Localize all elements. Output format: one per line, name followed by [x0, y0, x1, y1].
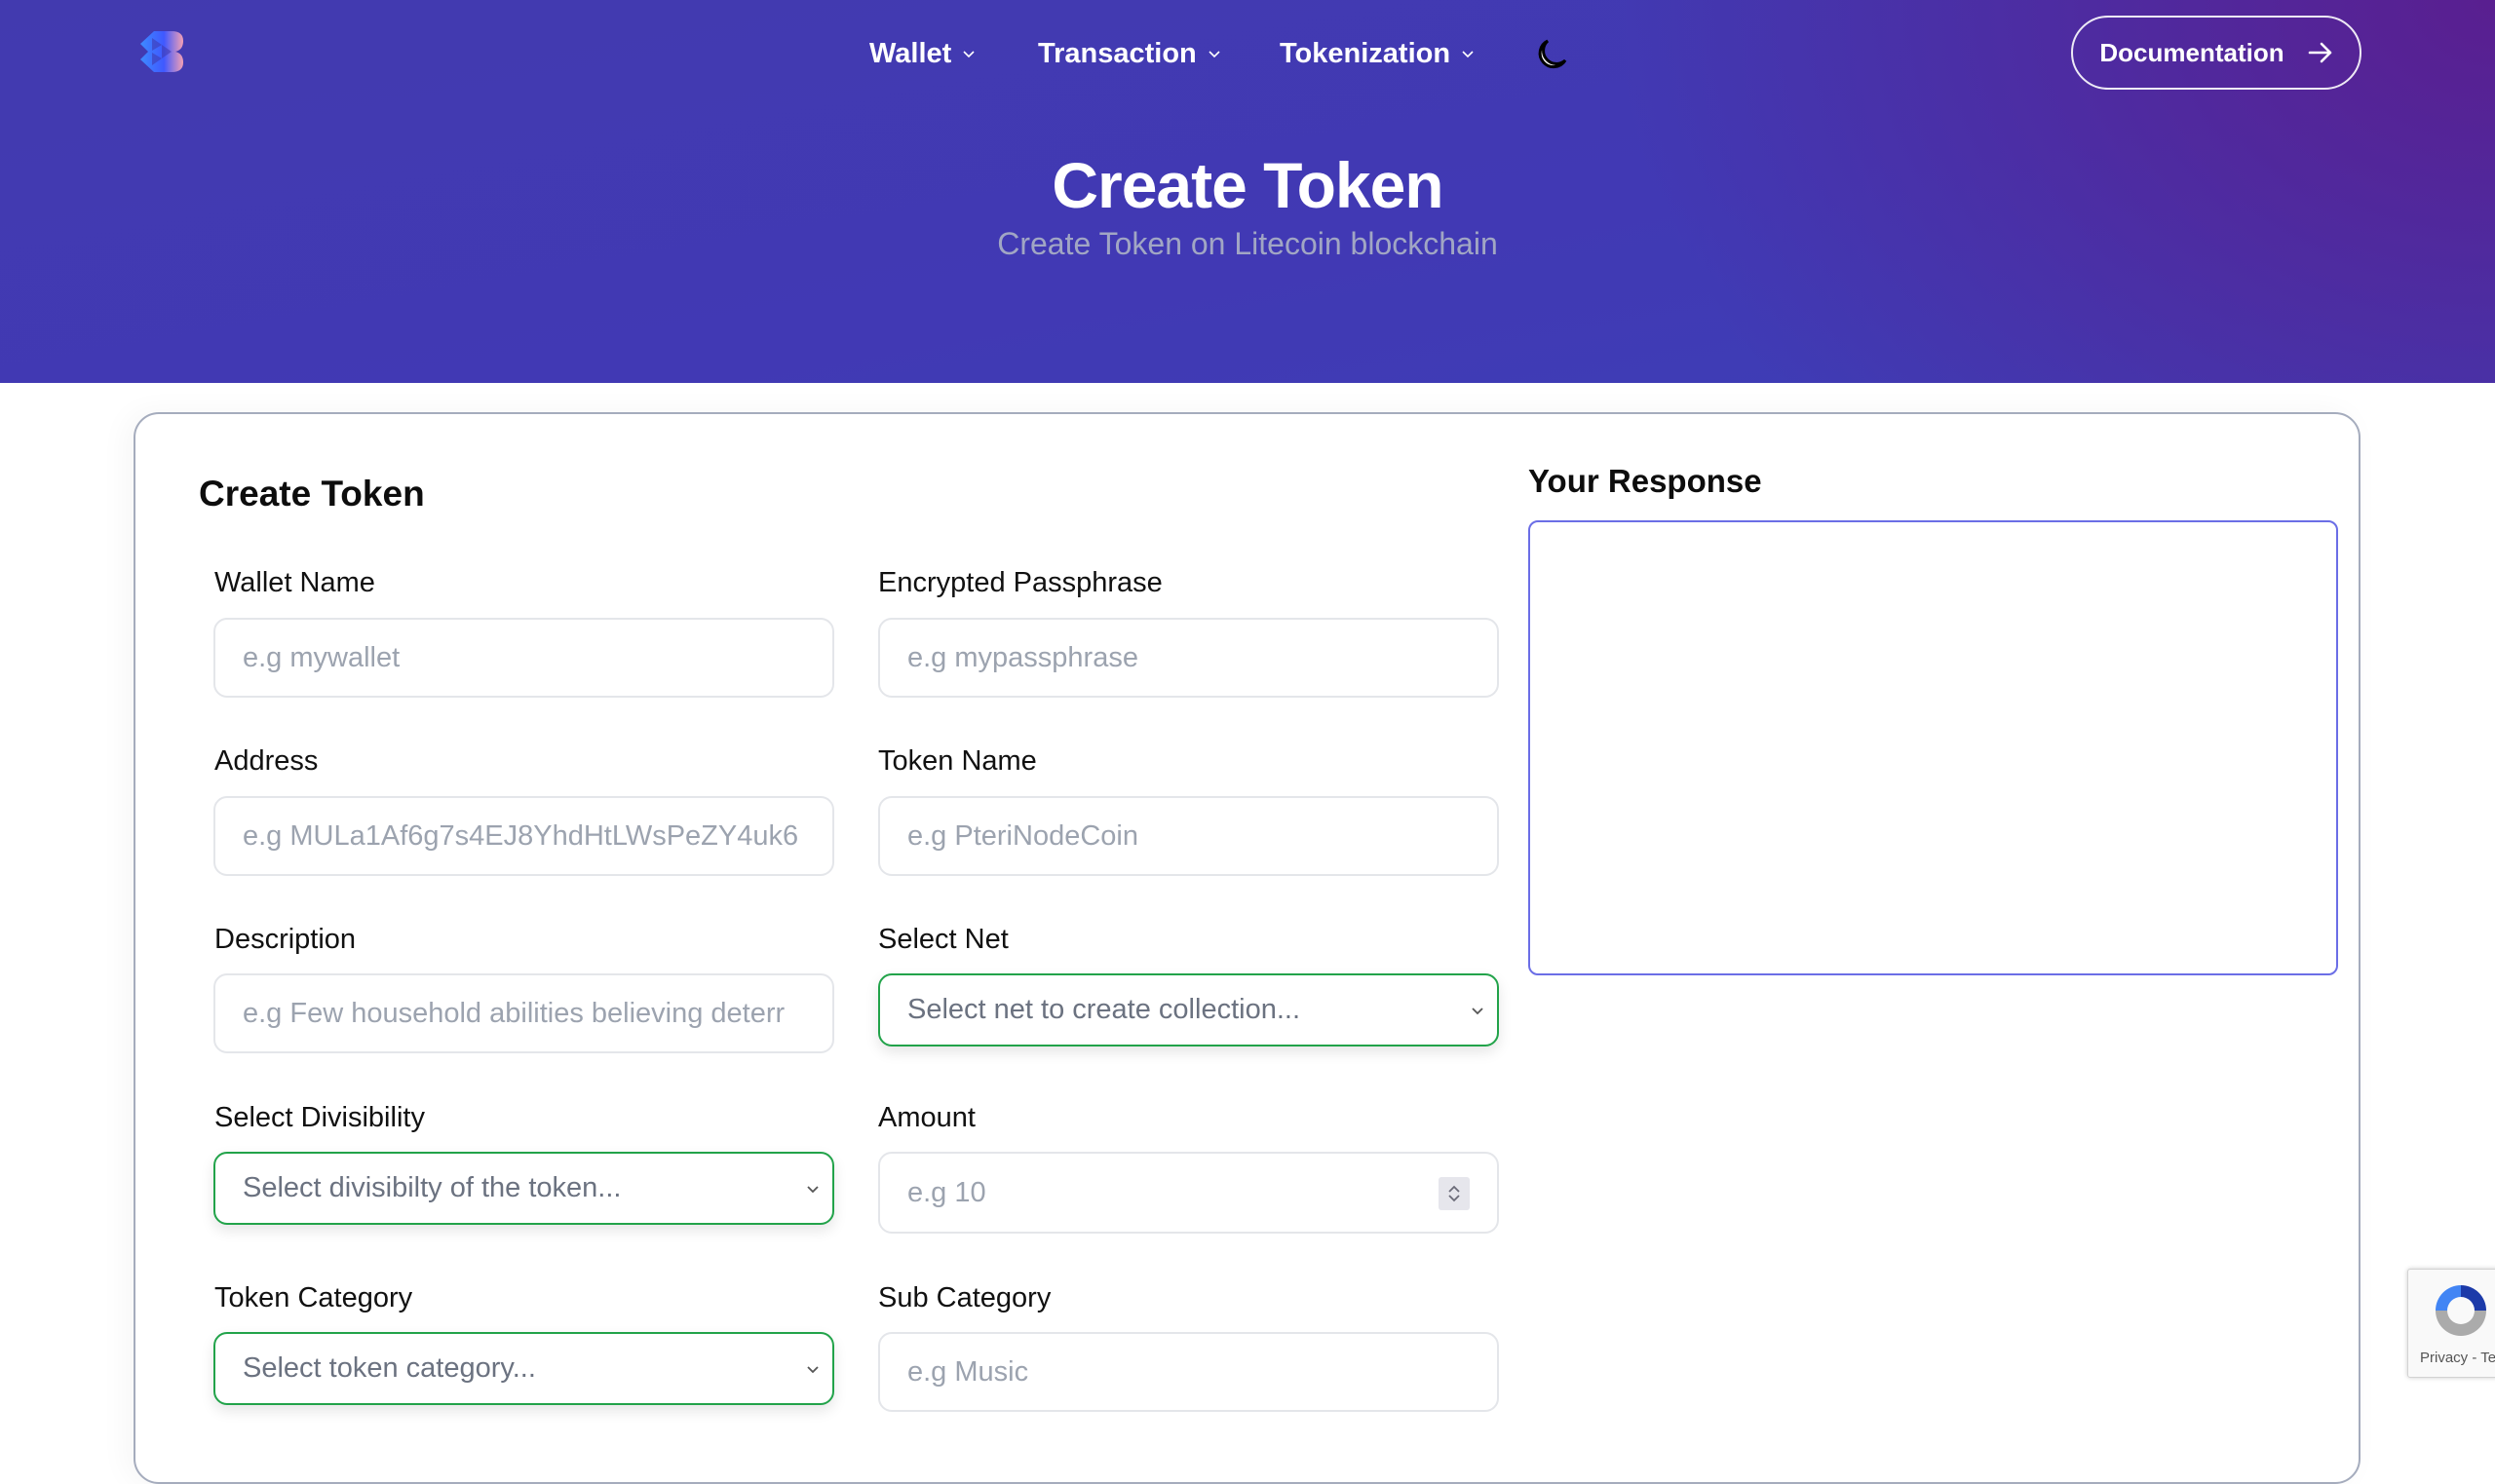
divisibility-label: Select Divisibility — [214, 1102, 425, 1133]
amount-field — [878, 1152, 1499, 1234]
token-category-label: Token Category — [214, 1282, 413, 1313]
nav-transaction[interactable]: Transaction — [1038, 29, 1222, 78]
chevron-down-icon — [1448, 1195, 1460, 1202]
recaptcha-badge[interactable]: Privacy - Terms — [2407, 1269, 2495, 1378]
form-title: Create Token — [199, 474, 425, 514]
amount-label: Amount — [878, 1102, 976, 1133]
chevron-up-icon — [1448, 1185, 1460, 1193]
token-category-dropdown[interactable]: Select token category... — [213, 1332, 834, 1405]
response-output[interactable] — [1528, 520, 2338, 975]
passphrase-input[interactable] — [878, 618, 1499, 698]
address-input[interactable] — [213, 796, 834, 876]
nav-transaction-label: Transaction — [1038, 37, 1197, 69]
chevron-down-icon — [807, 1186, 819, 1194]
amount-input[interactable] — [878, 1152, 1499, 1234]
documentation-button[interactable]: Documentation — [2071, 16, 2361, 90]
token-name-label: Token Name — [878, 745, 1037, 777]
page-header: Wallet Transaction Tokenization Document… — [0, 0, 2495, 383]
sub-category-input[interactable] — [878, 1332, 1499, 1412]
nav-tokenization[interactable]: Tokenization — [1280, 29, 1476, 78]
chevron-down-icon — [1462, 51, 1474, 58]
moon-icon[interactable] — [1534, 37, 1569, 72]
description-input[interactable] — [213, 973, 834, 1053]
nav-wallet[interactable]: Wallet — [869, 29, 977, 78]
page-subtitle: Create Token on Litecoin blockchain — [997, 226, 1498, 261]
chevron-down-icon — [1209, 51, 1220, 58]
token-name-input[interactable] — [878, 796, 1499, 876]
chevron-down-icon — [963, 51, 975, 58]
recaptcha-links[interactable]: Privacy - Terms — [2420, 1350, 2495, 1366]
wallet-name-input[interactable] — [213, 618, 834, 698]
documentation-label: Documentation — [2099, 37, 2284, 67]
arrow-right-icon — [2308, 42, 2331, 63]
divisibility-dropdown[interactable]: Select divisibilty of the token... — [213, 1152, 834, 1225]
recaptcha-icon — [2436, 1285, 2486, 1336]
description-label: Description — [214, 924, 357, 955]
chevron-down-icon — [1472, 1008, 1483, 1015]
select-net-label: Select Net — [878, 924, 1009, 955]
wallet-name-label: Wallet Name — [214, 567, 375, 598]
chevron-down-icon — [807, 1366, 819, 1374]
amount-stepper[interactable] — [1439, 1177, 1470, 1210]
passphrase-label: Encrypted Passphrase — [878, 567, 1163, 598]
nav-wallet-label: Wallet — [869, 37, 952, 69]
brand-logo-icon[interactable] — [138, 28, 185, 75]
select-net-value: Select net to create collection... — [907, 994, 1300, 1025]
nav-tokenization-label: Tokenization — [1280, 37, 1451, 69]
select-net-dropdown[interactable]: Select net to create collection... — [878, 973, 1499, 1046]
page-title: Create Token — [1052, 149, 1443, 221]
token-category-value: Select token category... — [243, 1352, 536, 1384]
divisibility-value: Select divisibilty of the token... — [243, 1172, 622, 1203]
response-title: Your Response — [1528, 463, 1762, 499]
sub-category-label: Sub Category — [878, 1282, 1052, 1313]
address-label: Address — [214, 745, 319, 777]
